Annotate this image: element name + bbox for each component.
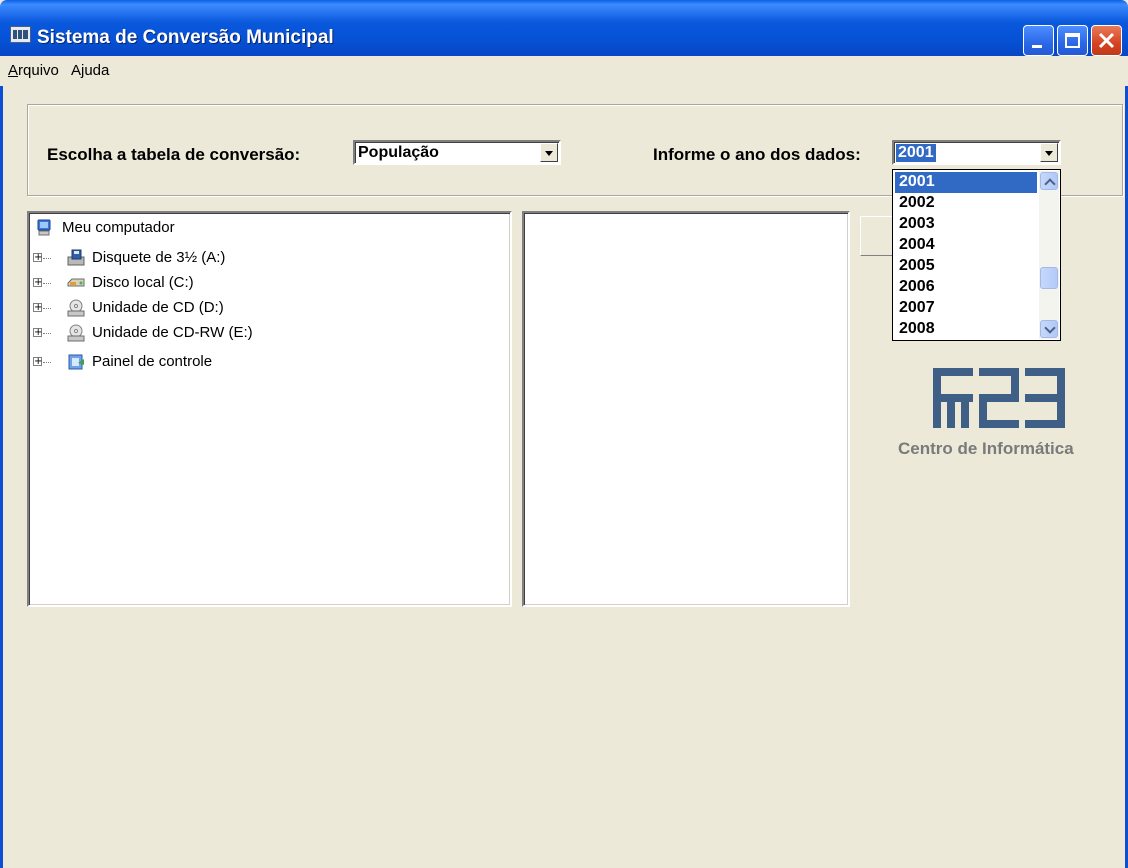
year-option-2006[interactable]: 2006 xyxy=(895,277,1037,298)
table-label: Escolha a tabela de conversão: xyxy=(47,145,301,164)
tree-connector xyxy=(43,308,51,309)
year-dropdown-button[interactable] xyxy=(1040,143,1058,162)
year-option-2003[interactable]: 2003 xyxy=(895,214,1037,235)
maximize-button[interactable] xyxy=(1057,25,1088,56)
floppy-drive-icon xyxy=(67,249,85,266)
table-combobox[interactable]: População xyxy=(353,140,561,165)
expand-icon[interactable]: + xyxy=(33,278,42,288)
tree-item-cd-d[interactable]: + Unidade de CD (D:) xyxy=(32,297,332,319)
dropdown-scrollbar[interactable] xyxy=(1039,171,1059,339)
year-option-2007[interactable]: 2007 xyxy=(895,298,1037,319)
logo-caption: Centro de Informática xyxy=(898,439,1074,458)
scroll-thumb[interactable] xyxy=(1040,267,1058,289)
menu-bar: Arquivo Ajuda xyxy=(0,56,1128,86)
my-computer-icon xyxy=(37,219,51,236)
tree-item-label: Disquete de 3½ (A:) xyxy=(92,249,226,266)
menu-arquivo[interactable]: Arquivo xyxy=(8,62,59,79)
year-label: Informe o ano dos dados: xyxy=(653,145,861,164)
tree-item-cdrw-e[interactable]: + Unidade de CD-RW (E:) xyxy=(32,322,332,344)
chevron-down-icon xyxy=(1045,151,1053,156)
maximize-icon xyxy=(1065,33,1080,48)
cd-rw-drive-icon xyxy=(67,324,85,342)
tree-item-label: Unidade de CD-RW (E:) xyxy=(92,324,253,341)
year-combobox[interactable]: 2001 xyxy=(892,140,1061,165)
control-panel-icon xyxy=(68,354,84,370)
expand-icon[interactable]: + xyxy=(33,253,42,263)
year-option-2001[interactable]: 2001 xyxy=(895,172,1037,193)
chevron-down-icon xyxy=(1044,322,1056,334)
title-bar: Sistema de Conversão Municipal xyxy=(0,0,1128,56)
minimize-icon xyxy=(1032,45,1042,48)
expand-icon[interactable]: + xyxy=(33,303,42,313)
year-dropdown-list[interactable]: 2001 2002 2003 2004 2005 2006 2007 2008 xyxy=(892,169,1061,341)
scroll-up-button[interactable] xyxy=(1040,172,1058,190)
tree-connector xyxy=(43,333,51,334)
folder-tree[interactable]: Meu computador + Disquete de 3½ (A:) + D… xyxy=(27,211,512,607)
table-combobox-value: População xyxy=(358,144,439,161)
tree-connector xyxy=(43,283,51,284)
tree-item-label: Unidade de CD (D:) xyxy=(92,299,224,316)
chevron-up-icon xyxy=(1044,178,1056,190)
tree-connector xyxy=(43,362,51,363)
expand-icon[interactable]: + xyxy=(33,357,42,367)
hard-disk-icon xyxy=(67,278,85,287)
file-list[interactable] xyxy=(522,211,850,607)
year-option-2002[interactable]: 2002 xyxy=(895,193,1037,214)
close-icon xyxy=(1098,32,1115,49)
year-combobox-value: 2001 xyxy=(896,144,936,162)
tree-item-floppy[interactable]: + Disquete de 3½ (A:) xyxy=(32,247,332,269)
expand-icon[interactable]: + xyxy=(33,328,42,338)
close-button[interactable] xyxy=(1091,25,1122,56)
tree-item-root[interactable]: Meu computador xyxy=(32,217,332,239)
tree-connector xyxy=(43,258,51,259)
year-option-2005[interactable]: 2005 xyxy=(895,256,1037,277)
tree-item-label: Disco local (C:) xyxy=(92,274,194,291)
year-option-2004[interactable]: 2004 xyxy=(895,235,1037,256)
window-frame-left xyxy=(0,56,3,868)
app-icon[interactable] xyxy=(10,26,31,43)
minimize-button[interactable] xyxy=(1023,25,1054,56)
cd-drive-icon xyxy=(67,299,85,317)
scroll-down-button[interactable] xyxy=(1040,320,1058,338)
table-dropdown-button[interactable] xyxy=(540,143,558,162)
tree-item-label: Painel de controle xyxy=(92,353,213,370)
fee-logo xyxy=(933,368,1065,428)
year-option-2008[interactable]: 2008 xyxy=(895,319,1037,340)
chevron-down-icon xyxy=(545,151,553,156)
tree-item-label: Meu computador xyxy=(62,219,175,236)
menu-ajuda[interactable]: Ajuda xyxy=(71,62,109,79)
tree-item-control-panel[interactable]: + Painel de controle xyxy=(32,351,332,373)
window-title: Sistema de Conversão Municipal xyxy=(37,27,334,48)
tree-item-disk-c[interactable]: + Disco local (C:) xyxy=(32,272,332,294)
